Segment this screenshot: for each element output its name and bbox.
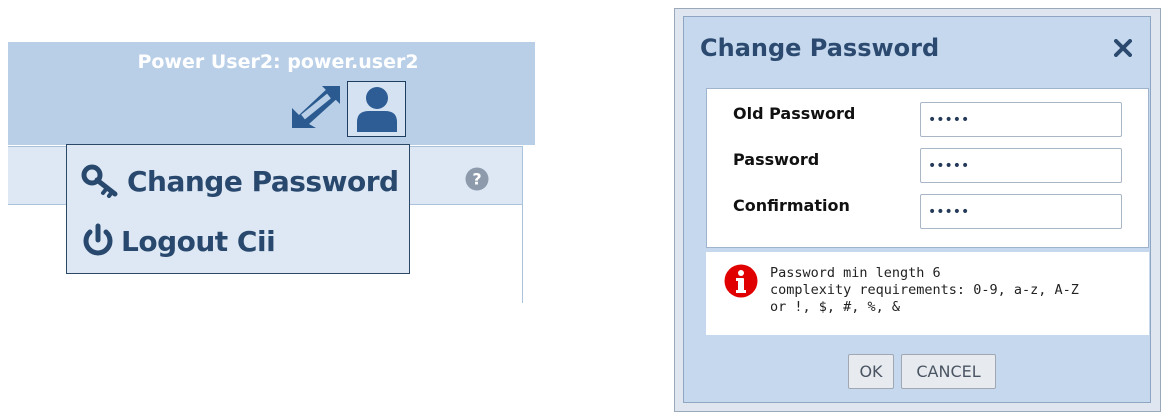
- confirmation-field[interactable]: [920, 194, 1122, 229]
- ok-button[interactable]: OK: [848, 354, 894, 389]
- expand-arrows-icon[interactable]: [290, 84, 342, 130]
- user-title: Power User2: power.user2: [137, 51, 419, 73]
- key-icon: [81, 164, 118, 198]
- user-button[interactable]: [347, 81, 406, 137]
- requirement-line: Password min length 6: [770, 265, 941, 281]
- change-password-dialog: Change Password Old Password Password Co…: [674, 8, 1161, 412]
- confirmation-label: Confirmation: [733, 196, 850, 215]
- user-menu-panel: Power User2: power.user2 ? Change Passwo…: [8, 42, 535, 303]
- cancel-button[interactable]: CANCEL: [901, 354, 996, 389]
- menu-item-label: Change Password: [127, 164, 399, 198]
- close-x-icon[interactable]: [1114, 39, 1132, 61]
- password-requirements: Password min length 6 complexity require…: [706, 252, 1149, 335]
- menu-item-label: Logout Cii: [121, 224, 276, 258]
- info-circle-icon: [724, 264, 758, 302]
- password-label: Password: [733, 150, 820, 169]
- old-password-label: Old Password: [733, 104, 856, 123]
- password-form: Old Password Password Confirmation: [706, 88, 1149, 248]
- panel-border: [522, 146, 523, 303]
- requirements-text: Password min length 6 complexity require…: [770, 265, 1140, 316]
- new-password-field[interactable]: [920, 148, 1122, 183]
- svg-text:?: ?: [472, 170, 481, 189]
- menu-item-logout[interactable]: Logout Cii: [81, 221, 276, 261]
- dialog-body: Change Password Old Password Password Co…: [683, 16, 1151, 403]
- requirement-line: complexity requirements: 0-9, a-z, A-Z: [770, 282, 1079, 298]
- question-circle-icon[interactable]: ?: [465, 167, 489, 195]
- user-icon: [357, 87, 397, 132]
- power-icon: [83, 223, 113, 256]
- dialog-title: Change Password: [700, 34, 940, 62]
- header-bar: Power User2: power.user2: [8, 42, 535, 145]
- menu-item-change-password[interactable]: Change Password: [81, 161, 399, 201]
- old-password-field[interactable]: [920, 102, 1122, 137]
- requirement-line: or !, $, #, %, &: [770, 299, 901, 315]
- user-dropdown-menu: Change Password Logout Cii: [66, 144, 410, 274]
